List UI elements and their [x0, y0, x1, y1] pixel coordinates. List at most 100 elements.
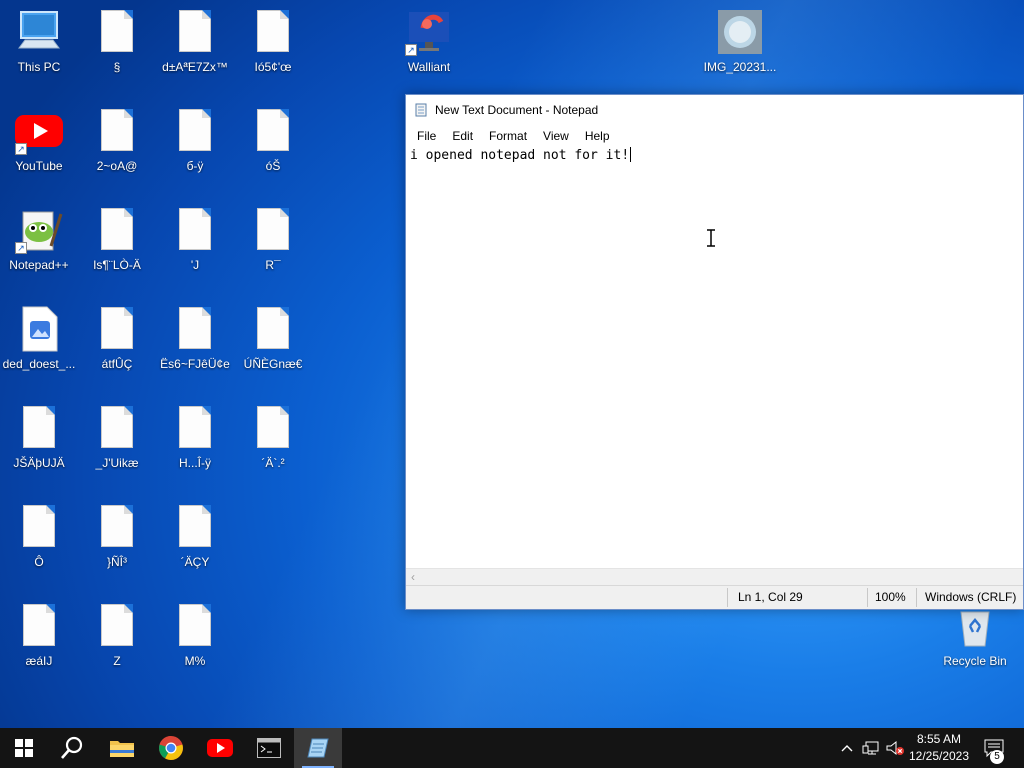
desktop-icon[interactable]: R¯ [234, 200, 312, 286]
desktop-icon[interactable]: d±Aª̈E7Zx™ [156, 2, 234, 88]
desktop-icon[interactable]: This PC [0, 2, 78, 88]
status-separator [867, 588, 868, 607]
text-caret [630, 147, 632, 162]
desktop-icon-label: Notepad++ [9, 258, 69, 272]
desktop-icon[interactable]: Ió5¢'œ [234, 2, 312, 88]
desktop-icon[interactable]: _J'Uikæ [78, 398, 156, 484]
horizontal-scrollbar[interactable]: ‹ [406, 568, 1023, 586]
blank-file-icon [171, 206, 219, 254]
blank-file-icon [249, 305, 297, 353]
desktop-icon[interactable]: ´Ä`.² [234, 398, 312, 484]
desktop-icon-label: Ô [34, 555, 44, 569]
search-icon [61, 736, 83, 759]
status-separator [916, 588, 917, 607]
desktop-icon[interactable]: óŠ [234, 101, 312, 187]
desktop-icon-label: æáIJ [25, 654, 53, 668]
blank-file-icon [171, 602, 219, 650]
blank-file-icon [171, 107, 219, 155]
notepad-text-area[interactable]: i opened notepad not for it! [406, 147, 1023, 569]
taskbar-chrome[interactable] [147, 728, 195, 768]
desktop-icon[interactable]: IMG_20231... [701, 2, 779, 88]
blank-file-icon [93, 503, 141, 551]
desktop-icon[interactable]: ded_doest_... [0, 299, 78, 385]
desktop-icon[interactable]: M% [156, 596, 234, 682]
desktop-icon[interactable]: ↗ Walliant [390, 2, 468, 88]
taskbar-youtube[interactable] [196, 728, 244, 768]
notepad-window[interactable]: New Text Document - Notepad File Edit Fo… [405, 94, 1024, 610]
clock-date: 12/25/2023 [908, 749, 970, 763]
desktop-icon[interactable]: ÚÑÈGnæ€ [234, 299, 312, 385]
volume-button[interactable] [884, 728, 906, 768]
menu-help[interactable]: Help [577, 129, 618, 143]
clock[interactable]: 8:55 AM 12/25/2023 [904, 731, 974, 765]
network-icon [862, 741, 879, 755]
desktop-icon-label: Z [113, 654, 121, 668]
desktop-icon-label: Is¶¨LÒ-Ä [93, 258, 141, 272]
notification-count-badge: 5 [990, 750, 1004, 764]
status-zoom: 100% [875, 590, 906, 604]
blank-file-icon [93, 602, 141, 650]
desktop-icon[interactable]: átfÛÇ [78, 299, 156, 385]
show-hidden-icons-button[interactable] [838, 728, 856, 768]
blank-file-icon [249, 8, 297, 56]
desktop-icon[interactable]: JŠÄþUJÄ [0, 398, 78, 484]
this-pc-icon [15, 8, 63, 56]
desktop-icon[interactable]: Z [78, 596, 156, 682]
desktop-icon[interactable]: ´ÄÇY [156, 497, 234, 583]
taskbar-notepad[interactable] [294, 728, 342, 768]
notepad-text: i opened notepad not for it! [410, 148, 630, 163]
action-center-button[interactable]: 5 [978, 728, 1010, 768]
desktop-icon[interactable]: Ô [0, 497, 78, 583]
desktop-icon[interactable]: æáIJ [0, 596, 78, 682]
desktop-icon-label: JŠÄþUJÄ [13, 456, 65, 470]
desktop-icon-label: ´ÄÇY [180, 555, 210, 569]
chevron-up-icon [841, 745, 853, 752]
blank-file-icon [171, 305, 219, 353]
blank-file-icon [93, 305, 141, 353]
chrome-icon [159, 736, 183, 760]
desktop-icon[interactable]: ↗ YouTube [0, 101, 78, 187]
notepad-title-bar[interactable]: New Text Document - Notepad [406, 95, 1023, 125]
text-cursor-icon [707, 229, 715, 247]
menu-file[interactable]: File [409, 129, 444, 143]
image-document-icon [15, 305, 63, 353]
blank-file-icon [93, 404, 141, 452]
desktop-icon-label: ded_doest_... [2, 357, 76, 371]
desktop-icon[interactable]: 'J [156, 200, 234, 286]
taskbar-command-prompt[interactable] [245, 728, 293, 768]
desktop-icon[interactable]: }ÑÎ³ [78, 497, 156, 583]
folder-icon [110, 741, 134, 757]
status-line-ending: Windows (CRLF) [925, 590, 1017, 604]
desktop-icon[interactable]: б-ÿ [156, 101, 234, 187]
menu-view[interactable]: View [535, 129, 577, 143]
network-status-button[interactable] [860, 728, 882, 768]
desktop-icon[interactable]: H...Î-ÿ [156, 398, 234, 484]
desktop-icon[interactable]: § [78, 2, 156, 88]
desktop-icon-label: ´Ä`.² [261, 456, 285, 470]
desktop-icon-label: Ës6~FJêÜ¢e [160, 357, 230, 371]
youtube-icon: ↗ [15, 107, 63, 155]
windows-logo-icon [15, 739, 33, 757]
scroll-left-arrow-icon[interactable]: ‹ [411, 570, 415, 584]
taskbar-file-explorer[interactable] [98, 728, 146, 768]
desktop-icon-label: § [113, 60, 121, 74]
blank-file-icon [15, 503, 63, 551]
notepad-plus-plus-icon: ↗ [15, 206, 63, 254]
menu-edit[interactable]: Edit [444, 129, 481, 143]
shortcut-arrow-icon: ↗ [405, 44, 417, 56]
notepad-status-bar: Ln 1, Col 29 100% Windows (CRLF) [406, 585, 1023, 609]
status-separator [727, 588, 728, 607]
search-button[interactable] [48, 728, 96, 768]
desktop-icon[interactable]: Is¶¨LÒ-Ä [78, 200, 156, 286]
blank-file-icon [171, 503, 219, 551]
desktop-icon-label: d±Aª̈E7Zx™ [162, 60, 228, 74]
start-button[interactable] [0, 728, 48, 768]
desktop-icon[interactable]: 2~oA@ [78, 101, 156, 187]
status-position: Ln 1, Col 29 [738, 590, 803, 604]
desktop-icon[interactable]: Ës6~FJêÜ¢e [156, 299, 234, 385]
desktop-icon-label: 'J [190, 258, 200, 272]
desktop-icon[interactable]: ↗ Notepad++ [0, 200, 78, 286]
desktop-icon-label: Recycle Bin [943, 654, 1007, 668]
menu-format[interactable]: Format [481, 129, 535, 143]
shortcut-arrow-icon: ↗ [15, 143, 27, 155]
